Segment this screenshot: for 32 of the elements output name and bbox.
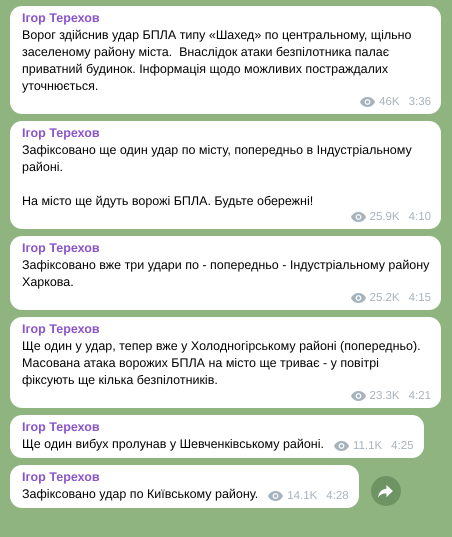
message-text: Ще один у удар, тепер вже у Холодногірському районі (попередньо). Масована атака ворожих БПЛА на місто ще триває - у повітрі фіксують ще кілька безпілотників. xyxy=(22,339,422,387)
view-count: 25.9K xyxy=(370,210,400,224)
eye-icon xyxy=(360,97,376,107)
author-name[interactable]: Ігор Терехов xyxy=(22,469,100,486)
view-count: 14.1K xyxy=(287,489,318,503)
share-button[interactable] xyxy=(370,476,401,506)
eye-icon xyxy=(350,212,366,222)
message-time: 4:15 xyxy=(408,291,431,305)
message-time: 4:10 xyxy=(408,210,431,224)
eye-icon xyxy=(350,293,366,303)
author-name[interactable]: Ігор Терехов xyxy=(22,419,100,436)
author-name[interactable]: Ігор Терехов xyxy=(22,125,100,142)
author-name[interactable]: Ігор Терехов xyxy=(22,10,100,27)
eye-icon xyxy=(350,391,366,401)
share-arrow-icon xyxy=(378,484,394,498)
message-time: 3:36 xyxy=(408,95,431,109)
message-text: Зафіксовано удар по Київському району. xyxy=(22,487,258,501)
eye-icon xyxy=(334,441,349,451)
author-name[interactable]: Ігор Терехов xyxy=(22,321,100,338)
view-count: 25.2K xyxy=(370,291,400,305)
author-name[interactable]: Ігор Терехов xyxy=(22,240,100,257)
message-time: 4:21 xyxy=(408,389,431,403)
view-count: 46K xyxy=(379,95,400,109)
eye-icon xyxy=(268,491,284,501)
message-text: Зафіксовано ще один удар по місту, попередньо в Індустріальному районі. На місто ще йдуть ворожі БПЛА. Будьте обережні! xyxy=(22,143,413,208)
view-count: 23.3K xyxy=(370,389,400,403)
message-time: 4:25 xyxy=(391,439,414,453)
message-text: Ворог здійснив удар БПЛА типу «Шахед» по центральному, щільно заселеному району міста. Внаслідок атаки безпілотника палає приватний будинок. Інформація щодо можливих постраждалих уточнюється. xyxy=(22,28,413,93)
message-time: 4:28 xyxy=(326,489,349,503)
message-text: Ще один вибух пролунав у Шевченківському районі. xyxy=(22,437,324,451)
message-text: Зафіксовано вже три удари по - попередньо - Індустріальному району Харкова. xyxy=(22,258,430,289)
view-count: 11.1K xyxy=(352,439,382,453)
